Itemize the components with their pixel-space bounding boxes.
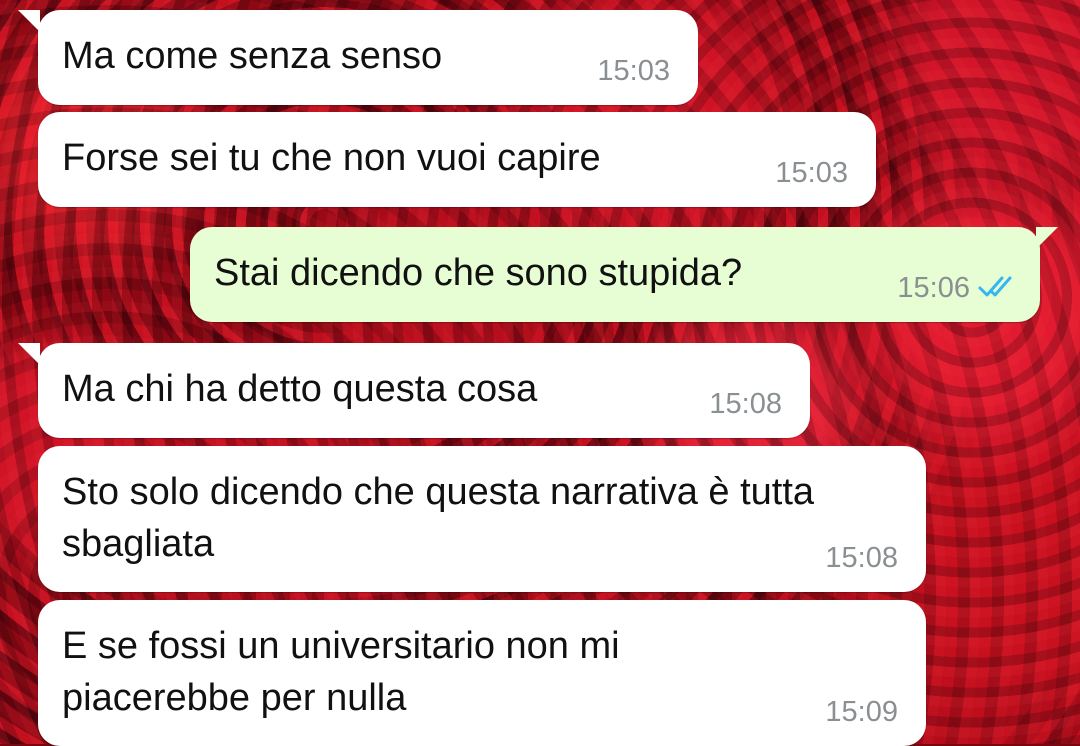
- message-timestamp: 15:08: [709, 388, 782, 420]
- message-text: Stai dicendo che sono stupida?: [214, 252, 743, 294]
- message-bubble-incoming[interactable]: E se fossi un universitario non mi piace…: [38, 600, 926, 746]
- message-timestamp: 15:03: [775, 157, 848, 189]
- bubble-tail: [18, 343, 40, 365]
- message-timestamp: 15:06: [897, 272, 970, 304]
- message-text: Ma come senza senso: [62, 35, 443, 77]
- message-text: Ma chi ha detto questa cosa: [62, 368, 538, 410]
- message-text: Forse sei tu che non vuoi capire: [62, 137, 601, 179]
- bubble-tail: [18, 10, 40, 32]
- message-text: E se fossi un universitario non mi piace…: [62, 625, 620, 719]
- bubble-tail: [1036, 227, 1058, 249]
- message-timestamp: 15:09: [825, 696, 898, 728]
- message-text: Sto solo dicendo che questa narrativa è …: [62, 471, 815, 565]
- message-bubble-outgoing[interactable]: Stai dicendo che sono stupida? 15:06: [190, 227, 1040, 322]
- message-bubble-incoming[interactable]: Sto solo dicendo che questa narrativa è …: [38, 446, 926, 592]
- double-check-read-icon: [978, 276, 1012, 297]
- message-timestamp: 15:08: [825, 542, 898, 574]
- message-bubble-incoming[interactable]: Ma come senza senso 15:03: [38, 10, 698, 105]
- message-timestamp: 15:03: [597, 55, 670, 87]
- message-bubble-incoming[interactable]: Forse sei tu che non vuoi capire 15:03: [38, 112, 876, 207]
- message-bubble-incoming[interactable]: Ma chi ha detto questa cosa 15:08: [38, 343, 810, 438]
